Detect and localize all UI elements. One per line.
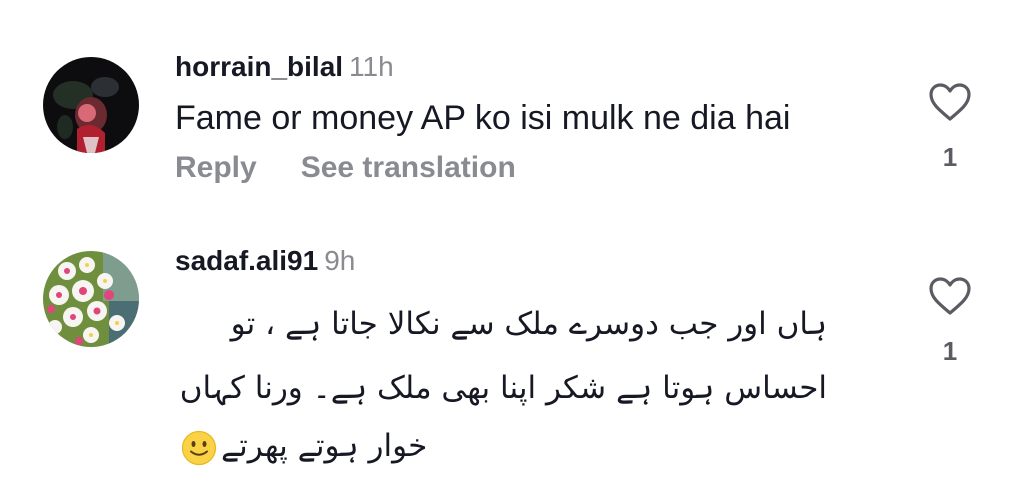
like-control: 1 — [922, 276, 978, 366]
comment-actions: Reply See translation — [175, 150, 516, 186]
comment-item: sadaf.ali91 9h ہاں اور جب دوسرے ملک سے نک… — [0, 200, 1024, 484]
heart-icon[interactable] — [928, 82, 972, 122]
comment-text: Fame or money AP ko isi mulk ne dia hai — [175, 99, 791, 137]
user-avatar-dark-photo — [43, 57, 139, 153]
comment-text-line: ہاں اور جب دوسرے ملک سے نکالا جاتا ہے ، … — [230, 306, 827, 342]
comment-header: horrain_bilal 11h — [175, 50, 394, 84]
like-count: 1 — [942, 142, 958, 172]
avatar[interactable] — [43, 251, 139, 347]
comment-header: sadaf.ali91 9h — [175, 244, 355, 278]
see-translation-button[interactable]: See translation — [301, 151, 516, 184]
timestamp: 11h — [349, 51, 394, 82]
slightly-smiling-face-emoji — [181, 430, 217, 465]
heart-icon[interactable] — [928, 276, 972, 316]
username[interactable]: sadaf.ali91 — [175, 245, 318, 276]
like-control: 1 — [922, 82, 978, 172]
comment-text-last-line: خوار ہوتے پھرتے — [175, 426, 427, 466]
like-count: 1 — [942, 336, 958, 366]
avatar[interactable] — [43, 57, 139, 153]
comment-text-line: خوار ہوتے پھرتے — [221, 428, 428, 464]
username[interactable]: horrain_bilal — [175, 51, 343, 82]
comment-text-line: احساس ہوتا ہے شکر اپنا بھی ملک ہے۔ ورنا … — [179, 370, 827, 406]
timestamp: 9h — [324, 245, 356, 276]
reply-button[interactable]: Reply — [175, 151, 257, 184]
comment-item: horrain_bilal 11h Fame or money AP ko isi… — [0, 0, 1024, 200]
user-avatar-flowers-photo — [43, 251, 139, 347]
